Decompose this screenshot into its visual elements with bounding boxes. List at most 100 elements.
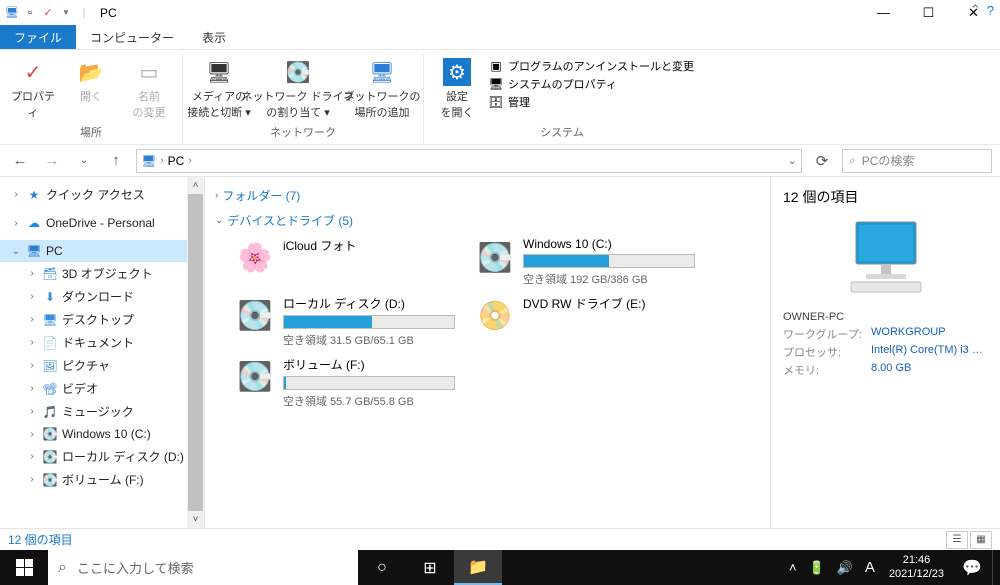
taskbar-search[interactable]: ⌕ ここに入力して検索 xyxy=(48,550,358,585)
details-title: 12 個の項目 xyxy=(783,187,988,207)
ribbon-tabs: ファイル コンピューター 表示 ⌃ ? xyxy=(0,25,1000,50)
tab-computer[interactable]: コンピューター xyxy=(76,25,188,49)
netloc-button[interactable]: 🖥 ネットワークの 場所の追加 xyxy=(347,54,417,120)
settings-button[interactable]: ⚙ 設定 を開く xyxy=(430,54,484,120)
open-button[interactable]: 📂 開く xyxy=(64,54,118,104)
address-row: ← → ⌄ ↑ 🖥 › PC › ⌄ ⟳ ⌕ PCの検索 xyxy=(0,145,1000,177)
tab-view[interactable]: 表示 xyxy=(188,25,240,49)
breadcrumb-root[interactable]: PC xyxy=(168,154,185,168)
scroll-up-icon[interactable]: ˄ xyxy=(187,177,204,194)
drive-item[interactable]: 💽Windows 10 (C:)空き領域 192 GB/386 GB xyxy=(475,237,695,287)
explorer-taskbar-button[interactable]: 📁 xyxy=(454,550,502,585)
programs-button[interactable]: ▣ プログラムのアンインストールと変更 xyxy=(488,58,694,74)
drive-item[interactable]: 💽ローカル ディスク (D:)空き領域 31.5 GB/65.1 GB xyxy=(235,295,455,348)
drive-name: Windows 10 (C:) xyxy=(523,237,695,251)
tree-child[interactable]: ›💽ボリューム (F:) xyxy=(0,468,204,491)
media-icon: 🖥 xyxy=(205,58,233,86)
qa-new-folder-icon[interactable]: ▫ xyxy=(22,5,38,21)
forward-button[interactable]: → xyxy=(40,149,64,173)
tree-onedrive-label: OneDrive - Personal xyxy=(46,216,155,230)
expand-icon[interactable]: › xyxy=(26,474,38,485)
tree-child[interactable]: ›📽ビデオ xyxy=(0,377,204,400)
expand-icon[interactable]: › xyxy=(10,218,22,229)
cortana-button[interactable]: ○ xyxy=(358,550,406,585)
qa-properties-icon[interactable]: ✓ xyxy=(40,5,56,21)
drive-free-text: 空き領域 192 GB/386 GB xyxy=(523,271,695,287)
netloc-label: ネットワークの 場所の追加 xyxy=(344,88,421,120)
tree-child[interactable]: ›⬇ダウンロード xyxy=(0,285,204,308)
expand-icon[interactable]: › xyxy=(26,429,38,440)
drive-item[interactable]: 🌸iCloud フォト xyxy=(235,237,455,287)
minimize-button[interactable]: — xyxy=(861,0,906,25)
tree-pc[interactable]: ⌄ 🖥 PC xyxy=(0,240,204,262)
tree-quick-access[interactable]: › ★ クイック アクセス xyxy=(0,183,204,206)
drive-item[interactable]: 📀DVD RW ドライブ (E:) xyxy=(475,295,695,348)
scroll-down-icon[interactable]: ˅ xyxy=(187,511,204,528)
tree-child[interactable]: ›💽Windows 10 (C:) xyxy=(0,423,204,445)
refresh-button[interactable]: ⟳ xyxy=(810,149,834,173)
up-button[interactable]: ↑ xyxy=(104,149,128,173)
battery-icon[interactable]: 🔋 xyxy=(809,560,825,576)
ime-indicator[interactable]: A xyxy=(865,559,875,576)
tree-child[interactable]: ›🖼ピクチャ xyxy=(0,354,204,377)
address-dropdown-icon[interactable]: ⌄ xyxy=(788,154,797,167)
drive-item[interactable]: 💽ボリューム (F:)空き領域 55.7 GB/55.8 GB xyxy=(235,356,455,409)
rename-button[interactable]: ▭ 名前 の変更 xyxy=(122,54,176,120)
taskbar: ⌕ ここに入力して検索 ○ ⊞ 📁 ˄ 🔋 🔊 A 21:46 2021/12/… xyxy=(0,550,1000,585)
qa-down-icon[interactable]: ▾ xyxy=(58,5,74,21)
volume-icon[interactable]: 🔊 xyxy=(837,560,853,576)
netdrive-button[interactable]: 💽 ネットワーク ドライブ の割り当て ▾ xyxy=(253,54,343,120)
group-folders[interactable]: › フォルダー (7) xyxy=(215,183,760,208)
tree-child[interactable]: › 🎵ミュージック xyxy=(0,400,204,423)
tree-child[interactable]: ›🗃3D オブジェクト xyxy=(0,262,204,285)
history-dropdown[interactable]: ⌄ xyxy=(72,149,96,173)
settings-label: 設定 を開く xyxy=(441,88,474,120)
ribbon-collapse-icon[interactable]: ⌃ xyxy=(970,2,981,18)
scroll-thumb[interactable] xyxy=(188,194,203,511)
nav-scrollbar[interactable]: ˄ ˅ xyxy=(187,177,204,528)
tree-onedrive[interactable]: › ☁ OneDrive - Personal xyxy=(0,212,204,234)
star-icon: ★ xyxy=(26,187,42,203)
cpu-value: Intel(R) Core(TM) i3 C… xyxy=(871,344,988,360)
maximize-button[interactable]: ☐ xyxy=(906,0,951,25)
expand-icon[interactable]: › xyxy=(26,406,38,417)
expand-icon[interactable]: › xyxy=(26,360,38,371)
tree-child[interactable]: ›💽ローカル ディスク (D:) xyxy=(0,445,204,468)
taskview-button[interactable]: ⊞ xyxy=(406,550,454,585)
expand-icon[interactable]: › xyxy=(26,268,38,279)
manage-button[interactable]: 🗄 管理 xyxy=(488,94,694,110)
tree-item-label: ミュージック xyxy=(62,403,134,420)
memory-key: メモリ: xyxy=(783,362,863,378)
expand-icon[interactable]: › xyxy=(26,383,38,394)
drive-icon: 💽 xyxy=(235,295,275,335)
tree-child[interactable]: ›📄ドキュメント xyxy=(0,331,204,354)
expand-icon[interactable]: › xyxy=(26,314,38,325)
sysprops-button[interactable]: 🖥 システムのプロパティ xyxy=(488,76,694,92)
taskbar-clock[interactable]: 21:46 2021/12/23 xyxy=(881,550,952,585)
cloud-icon: ☁ xyxy=(26,215,42,231)
tree-child[interactable]: ›🖥デスクトップ xyxy=(0,308,204,331)
expand-icon[interactable]: › xyxy=(26,451,38,462)
expand-icon[interactable]: › xyxy=(26,337,38,348)
expand-icon[interactable]: › xyxy=(26,291,38,302)
app-icon: 🖥 xyxy=(4,5,20,21)
show-desktop-button[interactable] xyxy=(992,550,1000,585)
back-button[interactable]: ← xyxy=(8,149,32,173)
search-icon: ⌕ xyxy=(58,559,67,577)
tray-overflow-icon[interactable]: ˄ xyxy=(789,560,797,575)
collapse-icon[interactable]: ⌄ xyxy=(10,246,22,257)
media-button[interactable]: 🖥 メディアの 接続と切断 ▾ xyxy=(189,54,249,120)
tab-file[interactable]: ファイル xyxy=(0,25,76,49)
properties-button[interactable]: ✓ プロパティ xyxy=(6,54,60,120)
view-tiles-button[interactable]: ▦ xyxy=(970,531,992,549)
start-button[interactable] xyxy=(0,550,48,585)
address-bar[interactable]: 🖥 › PC › ⌄ xyxy=(136,149,802,173)
notifications-button[interactable]: 💬 xyxy=(952,550,992,585)
expand-icon[interactable]: › xyxy=(10,189,22,200)
group-devices[interactable]: ⌄ デバイスとドライブ (5) xyxy=(215,208,760,233)
help-icon[interactable]: ? xyxy=(987,3,994,18)
view-details-button[interactable]: ☰ xyxy=(946,531,968,549)
clock-time: 21:46 xyxy=(903,554,931,567)
search-box[interactable]: ⌕ PCの検索 xyxy=(842,149,992,173)
tree-item-icon: 🎵 xyxy=(42,404,58,420)
